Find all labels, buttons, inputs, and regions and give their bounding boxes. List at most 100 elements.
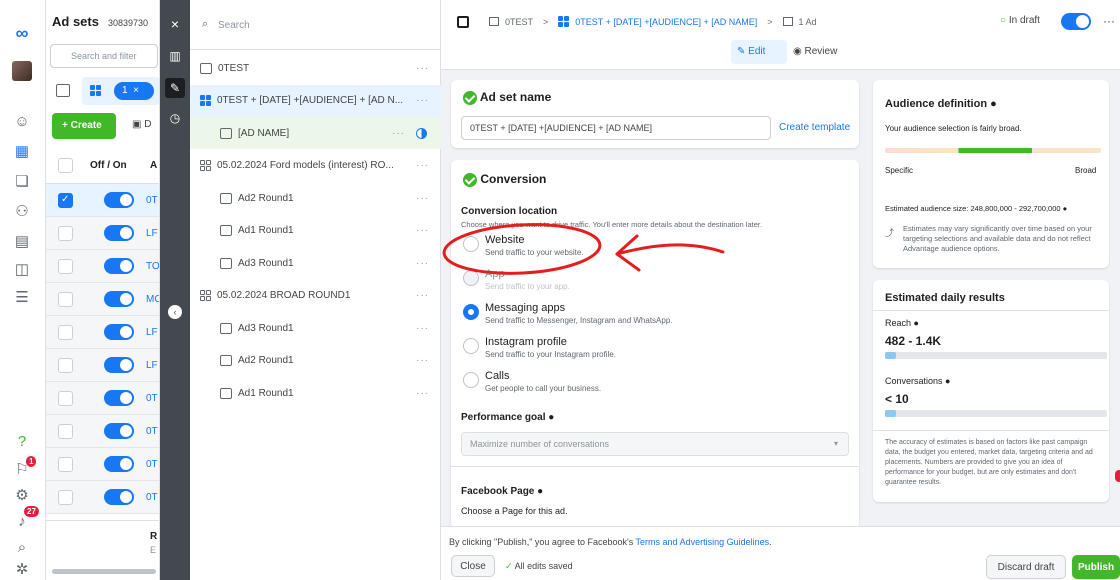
table-row[interactable]: ✓ 0T bbox=[46, 184, 159, 217]
avatar[interactable] bbox=[11, 60, 33, 82]
more-options-icon[interactable]: ··· bbox=[416, 193, 429, 204]
row-toggle[interactable] bbox=[104, 225, 134, 241]
ads-manager-icon[interactable]: ▦ bbox=[11, 140, 33, 162]
search-icon[interactable]: ⌕ bbox=[11, 536, 33, 558]
row-name[interactable]: LF bbox=[146, 327, 158, 338]
select-all-checkbox[interactable] bbox=[58, 158, 73, 173]
row-checkbox[interactable] bbox=[58, 325, 73, 340]
row-name[interactable]: 0T bbox=[146, 492, 158, 503]
publish-button[interactable]: Publish bbox=[1072, 555, 1120, 579]
row-name[interactable]: 0T bbox=[146, 459, 158, 470]
tree-search[interactable]: ⌕ Search bbox=[190, 0, 441, 50]
more-options-icon[interactable]: ··· bbox=[416, 388, 429, 399]
tree-ad-item[interactable]: Ad2 Round1 ··· bbox=[190, 182, 441, 214]
row-toggle[interactable] bbox=[104, 357, 134, 373]
row-name[interactable]: MC bbox=[146, 294, 159, 305]
tree-ad-item[interactable]: Ad3 Round1 ··· bbox=[190, 312, 441, 344]
more-options-icon[interactable]: ··· bbox=[392, 128, 405, 139]
tree-adset-item[interactable]: 0TEST + [DATE] +[AUDIENCE] + [AD N... ··· bbox=[190, 84, 441, 117]
events-icon[interactable]: ◫ bbox=[11, 258, 33, 280]
table-row[interactable]: 0T bbox=[46, 382, 159, 415]
row-toggle[interactable] bbox=[104, 192, 134, 208]
discard-draft-button[interactable]: Discard draft bbox=[986, 555, 1066, 579]
table-row[interactable]: MC bbox=[46, 283, 159, 316]
pages-icon[interactable]: ❏ bbox=[11, 170, 33, 192]
row-toggle[interactable] bbox=[104, 291, 134, 307]
row-checkbox[interactable] bbox=[58, 457, 73, 472]
info-icon[interactable]: ● bbox=[945, 376, 950, 386]
audiences-icon[interactable]: ⚇ bbox=[11, 200, 33, 222]
settings-icon[interactable]: ⚙ bbox=[11, 484, 33, 506]
search-filter-input[interactable]: Search and filter bbox=[50, 44, 158, 68]
more-options-icon[interactable]: ··· bbox=[416, 355, 429, 366]
more-options-icon[interactable]: ··· bbox=[416, 63, 429, 74]
row-name[interactable]: 0T bbox=[146, 393, 158, 404]
selected-count-pill[interactable]: 1 × bbox=[114, 82, 154, 100]
table-row[interactable]: LF bbox=[46, 316, 159, 349]
menu-icon[interactable]: ☰ bbox=[11, 286, 33, 308]
row-checkbox[interactable] bbox=[58, 391, 73, 406]
account-id[interactable]: 30839730 bbox=[108, 18, 148, 28]
tree-search-input[interactable]: Search bbox=[218, 20, 250, 31]
tree-adset-item[interactable]: 05.02.2024 Ford models (interest) RO... ·… bbox=[190, 150, 441, 182]
info-icon[interactable]: ● bbox=[990, 98, 997, 110]
tree-ad-item[interactable]: Ad1 Round1 ··· bbox=[190, 215, 441, 247]
terms-link[interactable]: Terms and Advertising Guidelines bbox=[636, 537, 770, 547]
selection-tab[interactable]: 1 × bbox=[82, 77, 159, 105]
row-toggle[interactable] bbox=[104, 324, 134, 340]
row-checkbox[interactable]: ✓ bbox=[58, 193, 73, 208]
row-checkbox[interactable] bbox=[58, 424, 73, 439]
close-button[interactable]: Close bbox=[451, 555, 495, 577]
table-row[interactable]: TO bbox=[46, 250, 159, 283]
row-checkbox[interactable] bbox=[58, 259, 73, 274]
row-toggle[interactable] bbox=[104, 489, 134, 505]
history-icon[interactable]: ◷ bbox=[165, 108, 185, 128]
more-options-icon[interactable]: ··· bbox=[416, 160, 429, 171]
info-icon[interactable]: ● bbox=[914, 318, 919, 328]
more-options-icon[interactable]: ··· bbox=[416, 290, 429, 301]
info-icon[interactable]: ● bbox=[1063, 204, 1068, 213]
row-toggle[interactable] bbox=[104, 390, 134, 406]
table-row[interactable]: 0T bbox=[46, 481, 159, 514]
more-options-icon[interactable]: ··· bbox=[416, 225, 429, 236]
row-toggle[interactable] bbox=[104, 258, 134, 274]
tree-ad-item[interactable]: Ad2 Round1 ··· bbox=[190, 345, 441, 377]
more-options-icon[interactable]: ··· bbox=[416, 323, 429, 334]
tree-ad-item[interactable]: Ad1 Round1 ··· bbox=[190, 377, 441, 409]
table-row[interactable]: 0T bbox=[46, 415, 159, 448]
row-name[interactable]: LF bbox=[146, 360, 158, 371]
folder-icon[interactable] bbox=[56, 84, 70, 97]
table-row[interactable]: 0T bbox=[46, 448, 159, 481]
feedback-tab[interactable] bbox=[1115, 470, 1120, 482]
tree-adset-item[interactable]: 05.02.2024 BROAD ROUND1 ··· bbox=[190, 280, 441, 312]
catalog-icon[interactable]: ▤ bbox=[11, 230, 33, 252]
row-checkbox[interactable] bbox=[58, 226, 73, 241]
table-row[interactable]: LF bbox=[46, 217, 159, 250]
bug-report-icon[interactable]: ✲ bbox=[11, 558, 33, 580]
duplicate-button[interactable]: ▣ D bbox=[132, 119, 151, 130]
table-row[interactable]: LF bbox=[46, 349, 159, 382]
row-checkbox[interactable] bbox=[58, 358, 73, 373]
close-icon[interactable]: × bbox=[165, 14, 185, 34]
dashboard-icon[interactable]: ☺ bbox=[11, 110, 33, 132]
tree-ad-item[interactable]: Ad3 Round1 ··· bbox=[190, 247, 441, 279]
row-name[interactable]: TO bbox=[146, 261, 159, 272]
row-checkbox[interactable] bbox=[58, 490, 73, 505]
tree-ad-item[interactable]: [AD NAME] ··· bbox=[190, 117, 441, 149]
row-toggle[interactable] bbox=[104, 423, 134, 439]
chart-icon[interactable]: ▥ bbox=[165, 46, 185, 66]
help-icon[interactable]: ? bbox=[11, 430, 33, 452]
row-name[interactable]: 0T bbox=[146, 426, 158, 437]
more-options-icon[interactable]: ··· bbox=[416, 258, 429, 269]
horizontal-scrollbar[interactable] bbox=[52, 569, 156, 574]
collapse-arrow-icon[interactable]: ‹ bbox=[165, 302, 185, 322]
create-button[interactable]: + Create bbox=[52, 113, 116, 139]
tree-campaign-item[interactable]: 0TEST ··· bbox=[190, 52, 441, 84]
row-toggle[interactable] bbox=[104, 456, 134, 472]
row-checkbox[interactable] bbox=[58, 292, 73, 307]
meta-logo-icon[interactable]: ∞ bbox=[11, 22, 33, 44]
row-name[interactable]: LF bbox=[146, 228, 158, 239]
more-options-icon[interactable]: ··· bbox=[416, 95, 429, 106]
row-name[interactable]: 0T bbox=[146, 195, 158, 206]
edit-pencil-icon[interactable]: ✎ bbox=[165, 78, 185, 98]
